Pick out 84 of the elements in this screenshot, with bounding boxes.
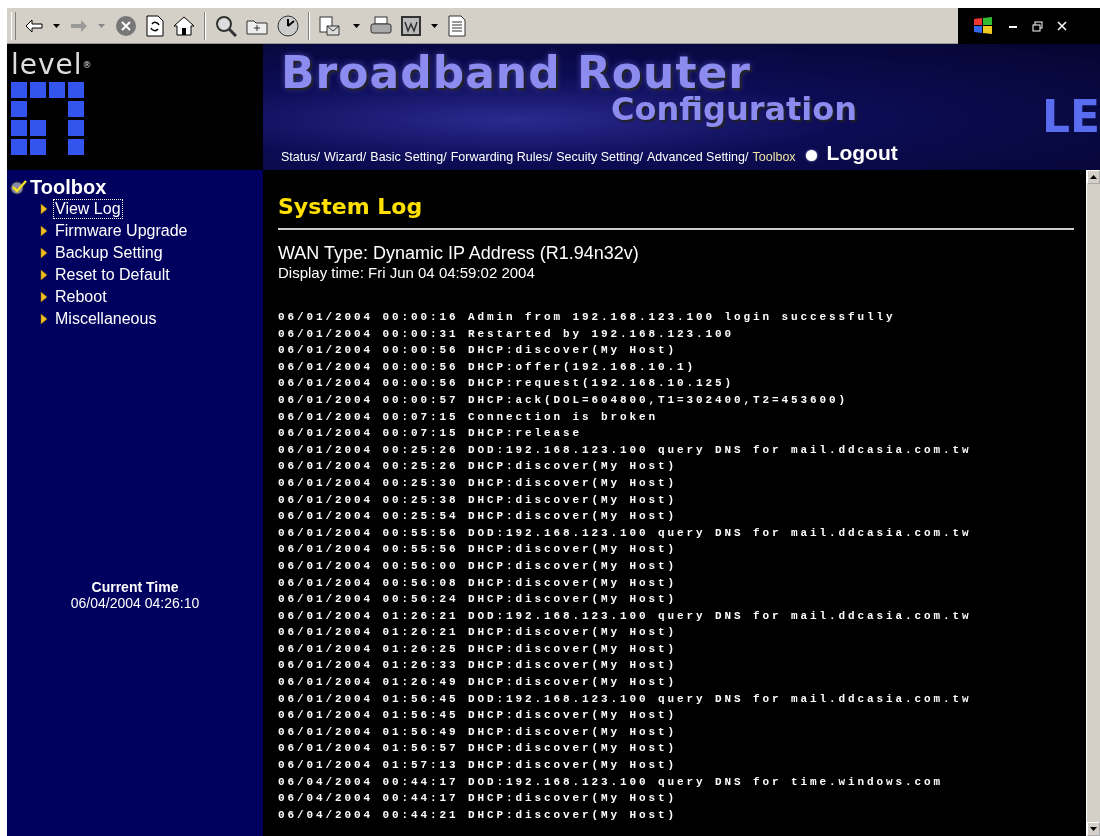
scroll-up-arrow-icon[interactable] [1090,175,1097,179]
wan-type-text: WAN Type: Dynamic IP Address (R1.94n32v) [278,242,640,264]
search-icon[interactable] [215,14,237,37]
log-line: 06/01/2004 00:00:56 DHCP:discover(My Host) [278,343,679,359]
document-icon[interactable] [448,14,466,37]
log-line: 06/01/2004 00:56:00 DHCP:discover(My Host) [278,558,679,574]
caret-icon[interactable] [52,21,61,30]
page-title: System Log [278,194,424,220]
nav-link[interactable]: Basic Setting/ [370,150,447,164]
menu-link[interactable]: Backup Setting [53,243,165,263]
scroll-down-arrow-icon[interactable] [1090,827,1097,831]
restore-icon[interactable] [1032,20,1043,32]
log-line: 06/01/2004 01:56:45 DHCP:discover(My Host) [278,708,679,724]
menu-link[interactable]: Miscellaneous [53,309,159,329]
log-line: 06/01/2004 01:26:25 DHCP:discover(My Host) [278,641,679,657]
arrow-icon [40,225,48,237]
log-line: 06/01/2004 01:26:49 DHCP:discover(My Host) [278,675,679,691]
nav-link[interactable]: Status/ [281,150,320,164]
windows-logo-icon [972,16,994,36]
log-line: 06/01/2004 00:00:56 DHCP:request(192.168.10.125) [278,376,736,392]
log-line: 06/01/2004 01:56:49 DHCP:discover(My Host) [278,724,679,740]
close-icon[interactable] [1057,21,1067,31]
log-line: 06/01/2004 01:26:33 DHCP:discover(My Host) [278,658,679,674]
caret-icon[interactable] [430,21,439,30]
caret-icon[interactable] [352,21,361,30]
log-line: 06/01/2004 00:56:24 DHCP:discover(My Host) [278,592,679,608]
clock-icon[interactable] [277,14,299,37]
arrow-icon [40,291,48,303]
log-line: 06/04/2004 00:44:21 DHCP:discover(My Host) [278,807,679,823]
log-line: 06/01/2004 00:56:08 DHCP:discover(My Host) [278,575,679,591]
display-time-text: Display time: Fri Jun 04 04:59:02 2004 [278,264,536,282]
log-line: 06/01/2004 01:26:21 DHCP:discover(My Host) [278,625,679,641]
scrollbar[interactable] [1086,170,1100,836]
arrow-icon [40,269,48,281]
log-line: 06/01/2004 01:26:21 DOD:192.168.123.100 query DNS for mail.ddcasia.com.tw [278,608,973,624]
log-line: 06/01/2004 00:25:38 DHCP:discover(My Host) [278,492,679,508]
log-line: 06/01/2004 00:07:15 DHCP:release [278,426,584,442]
section-title: Toolbox [30,176,107,198]
arrow-icon [40,313,48,325]
stop-icon[interactable] [115,14,137,37]
forward-arrow-icon [70,18,88,33]
document-w-icon[interactable] [401,15,421,36]
arrow-icon [40,203,48,215]
log-line: 06/01/2004 00:07:15 Connection is broken [278,409,660,425]
log-line: 06/01/2004 00:00:16 Admin from 192.168.123.100 login successfully [278,310,897,325]
printer-icon[interactable] [370,15,392,36]
refresh-icon[interactable] [146,14,164,37]
home-icon[interactable] [173,15,195,36]
current-time-label: Current Time [91,579,179,595]
log-line: 06/04/2004 00:44:17 DOD:192.168.123.100 query DNS for time.windows.com [278,774,945,790]
log-line: 06/01/2004 00:00:57 DHCP:ack(DOL=604800,T1=302400,T2=453600) [278,392,850,408]
log-line: 06/01/2004 00:25:26 DOD:192.168.123.100 query DNS for mail.ddcasia.com.tw [278,442,973,458]
menu-link[interactable]: View Log [53,199,123,219]
menu-link[interactable]: Firmware Upgrade [53,221,190,241]
brand-text: LE [1041,94,1100,140]
nav-link[interactable]: Wizard/ [323,150,367,164]
log-line: 06/01/2004 00:25:54 DHCP:discover(My Host) [278,509,679,525]
log-line: 06/01/2004 01:56:45 DOD:192.168.123.100 query DNS for mail.ddcasia.com.tw [278,691,973,707]
log-line: 06/01/2004 01:56:57 DHCP:discover(My Host) [278,741,679,757]
nav-link[interactable]: Forwarding Rules/ [450,150,553,164]
logout-link[interactable]: Logout [826,142,898,164]
current-time-value: 06/04/2004 04:26:10 [70,595,200,611]
nav-link[interactable]: Advanced Setting/ [647,150,749,164]
mail-icon[interactable] [319,15,343,36]
menu-link[interactable]: Reboot [53,287,109,307]
log-line: 06/04/2004 00:44:17 DHCP:discover(My Host) [278,791,679,807]
back-arrow-icon[interactable] [25,18,43,33]
banner-subtitle: Configuration [611,92,858,126]
log-line: 06/01/2004 00:55:56 DOD:192.168.123.100 query DNS for mail.ddcasia.com.tw [278,525,973,541]
logo-mark-icon [11,82,84,155]
log-line: 06/01/2004 00:25:30 DHCP:discover(My Host) [278,475,679,491]
log-line: 06/01/2004 00:00:31 Restarted by 192.168.123.100 [278,326,736,342]
checkmark-icon [10,179,28,195]
log-line: 06/01/2004 00:00:56 DHCP:offer(192.168.10.1) [278,359,698,375]
logo-text: level$^{®}$ [11,50,93,80]
caret-icon [97,21,106,30]
log-line: 06/01/2004 00:55:56 DHCP:discover(My Host) [278,542,679,558]
menu-link[interactable]: Reset to Default [53,265,172,285]
nav-link[interactable]: Toolbox [752,150,796,164]
nav-link[interactable]: Secuity Setting/ [556,150,644,164]
bullet-icon [805,150,817,161]
arrow-icon [40,247,48,259]
log-line: 06/01/2004 00:25:26 DHCP:discover(My Host) [278,459,679,475]
log-line: 06/01/2004 01:57:13 DHCP:discover(My Host) [278,758,679,774]
